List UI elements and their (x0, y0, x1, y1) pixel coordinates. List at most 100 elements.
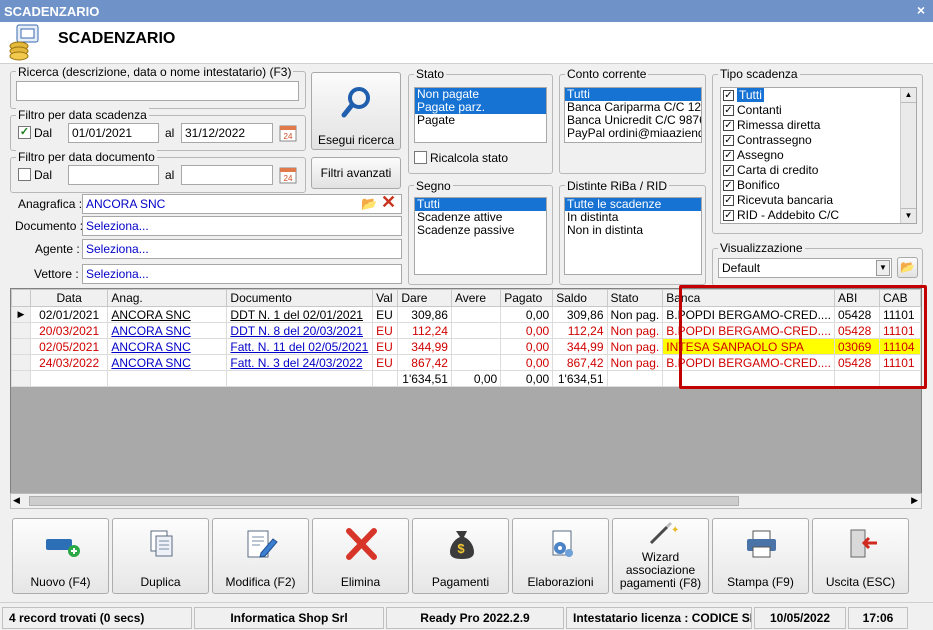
due-dal-label: Dal (34, 126, 53, 140)
clear-icon[interactable]: ✕ (381, 193, 396, 211)
tipo-list[interactable]: ✓ Tutti ✓ Contanti ✓ Rimessa diretta ✓ Contr… (720, 87, 917, 224)
scroll-down-icon[interactable]: ▼ (901, 208, 916, 223)
exit-button[interactable]: Uscita (ESC) (812, 518, 909, 594)
delete-button[interactable]: Elimina (312, 518, 409, 594)
tipo-item[interactable]: ✓ Contrassegno (721, 133, 916, 148)
tipo-item[interactable]: ✓ Rimessa diretta (721, 118, 916, 133)
close-icon[interactable]: × (917, 2, 925, 18)
edit-button[interactable]: Modifica (F2) (212, 518, 309, 594)
distinte-item[interactable]: In distinta (565, 211, 701, 224)
window-title: SCADENZARIO (4, 4, 100, 19)
col-dare[interactable]: Dare (397, 289, 452, 307)
gear-document-icon (552, 530, 573, 557)
run-search-button[interactable]: Esegui ricerca (311, 72, 401, 150)
calendar-icon[interactable]: 24 (279, 124, 297, 142)
duplicate-label: Duplica (140, 575, 181, 589)
scroll-left-icon[interactable]: ◀ (13, 495, 20, 506)
stato-item[interactable]: Pagate (415, 114, 546, 127)
col-val[interactable]: Val (372, 289, 399, 307)
payments-button[interactable]: $ Pagamenti (412, 518, 509, 594)
horizontal-scrollbar[interactable]: ◀ ▶ (10, 493, 922, 509)
check-icon: ✓ (723, 150, 734, 161)
cell-stato: Non pag. (606, 306, 664, 323)
col-saldo[interactable]: Saldo (552, 289, 608, 307)
money-bag-icon: $ (450, 531, 474, 559)
cell-anag-link[interactable]: ANCORA SNC (107, 338, 228, 355)
segno-item[interactable]: Scadenze attive (415, 211, 546, 224)
anagrafica-field[interactable]: ANCORA SNC (82, 194, 402, 214)
documento-field[interactable]: Seleziona... (82, 216, 402, 236)
distinte-item[interactable]: Tutte le scadenze (565, 198, 701, 211)
print-button[interactable]: Stampa (F9) (712, 518, 809, 594)
wizard-button[interactable]: ✦ Wizard associazione pagamenti (F8) (612, 518, 709, 594)
doc-from-field[interactable] (68, 165, 159, 185)
cell-doc-link[interactable]: Fatt. N. 11 del 02/05/2021 (226, 338, 374, 355)
tipo-item[interactable]: ✓ Tutti (721, 88, 916, 103)
search-input[interactable] (16, 81, 299, 101)
tipo-item[interactable]: ✓ Bonifico (721, 178, 916, 193)
folder-icon[interactable]: 📂 (897, 257, 918, 278)
col-anag[interactable]: Anag. (107, 289, 228, 307)
conto-item[interactable]: Banca Cariparma C/C 12345 (565, 101, 701, 114)
col-avere[interactable]: Avere (450, 289, 502, 307)
chevron-down-icon[interactable]: ▼ (876, 260, 890, 276)
stato-item[interactable]: Non pagate (415, 88, 546, 101)
tipo-item[interactable]: ✓ RID - Addebito C/C (721, 208, 916, 223)
conto-list[interactable]: Tutti Banca Cariparma C/C 12345 Banca Un… (564, 87, 702, 143)
col-date[interactable]: Data (29, 289, 109, 307)
cell-anag-link[interactable]: ANCORA SNC (107, 354, 228, 371)
cell-val: EU (372, 338, 399, 355)
new-button[interactable]: Nuovo (F4) (12, 518, 109, 594)
stato-item[interactable]: Pagate parz. (415, 101, 546, 114)
col-documento[interactable]: Documento (226, 289, 374, 307)
stato-list[interactable]: Non pagate Pagate parz. Pagate (414, 87, 547, 143)
doc-date-filter-checkbox[interactable] (18, 168, 31, 181)
cell-doc-link[interactable]: DDT N. 8 del 20/03/2021 (226, 322, 374, 339)
stato-label: Stato (414, 67, 447, 81)
segno-item[interactable]: Tutti (415, 198, 546, 211)
recalc-checkbox[interactable] (414, 151, 427, 164)
scroll-thumb[interactable] (29, 496, 739, 506)
cell-doc-link[interactable]: Fatt. N. 3 del 24/03/2022 (226, 354, 374, 371)
vettore-field[interactable]: Seleziona... (82, 264, 402, 284)
conto-item[interactable]: Banca Unicredit C/C 98765 (565, 114, 701, 127)
segno-item[interactable]: Scadenze passive (415, 224, 546, 237)
doc-to-field[interactable] (181, 165, 273, 185)
field-label-anagrafica: Anagrafica : (18, 197, 83, 211)
agente-field[interactable]: Seleziona... (82, 239, 402, 259)
conto-item[interactable]: PayPal ordini@miaazienda.c (565, 127, 701, 140)
advanced-filters-button[interactable]: Filtri avanzati (311, 157, 401, 189)
row-marker-icon (11, 322, 31, 339)
distinte-list[interactable]: Tutte le scadenze In distinta Non in dis… (564, 197, 702, 275)
tipo-scrollbar[interactable]: ▲ ▼ (900, 88, 916, 223)
conto-item[interactable]: Tutti (565, 88, 701, 101)
run-search-label: Esegui ricerca (317, 133, 395, 147)
scroll-right-icon[interactable]: ▶ (911, 495, 918, 506)
tipo-item[interactable]: ✓ Assegno (721, 148, 916, 163)
duplicate-button[interactable]: Duplica (112, 518, 209, 594)
calendar-icon[interactable]: 24 (279, 166, 297, 184)
cell-pagato: 0,00 (500, 306, 554, 323)
due-from-field[interactable]: 01/01/2021 (68, 123, 159, 143)
col-pagato[interactable]: Pagato (500, 289, 554, 307)
folder-icon[interactable]: 📂 (361, 196, 377, 212)
totals-empty (29, 370, 109, 387)
coins-calendar-icon (9, 24, 39, 61)
tipo-item[interactable]: ✓ Ricevuta bancaria (721, 193, 916, 208)
tipo-item[interactable]: ✓ Carta di credito (721, 163, 916, 178)
col-stato[interactable]: Stato (606, 289, 664, 307)
cell-saldo: 867,42 (552, 354, 608, 371)
cell-doc-link[interactable]: DDT N. 1 del 02/01/2021 (226, 306, 374, 323)
cell-stato: Non pag. (606, 338, 664, 355)
distinte-item[interactable]: Non in distinta (565, 224, 701, 237)
cell-anag-link[interactable]: ANCORA SNC (107, 306, 228, 323)
visual-select[interactable]: Default ▼ (718, 258, 892, 278)
segno-list[interactable]: Tutti Scadenze attive Scadenze passive (414, 197, 547, 275)
due-to-field[interactable]: 31/12/2022 (181, 123, 273, 143)
scroll-up-icon[interactable]: ▲ (901, 88, 916, 103)
field-label-agente: Agente : (35, 242, 80, 256)
tipo-item[interactable]: ✓ Contanti (721, 103, 916, 118)
processing-button[interactable]: Elaborazioni (512, 518, 609, 594)
cell-anag-link[interactable]: ANCORA SNC (107, 322, 228, 339)
due-date-filter-checkbox[interactable]: ✓ (18, 126, 31, 139)
